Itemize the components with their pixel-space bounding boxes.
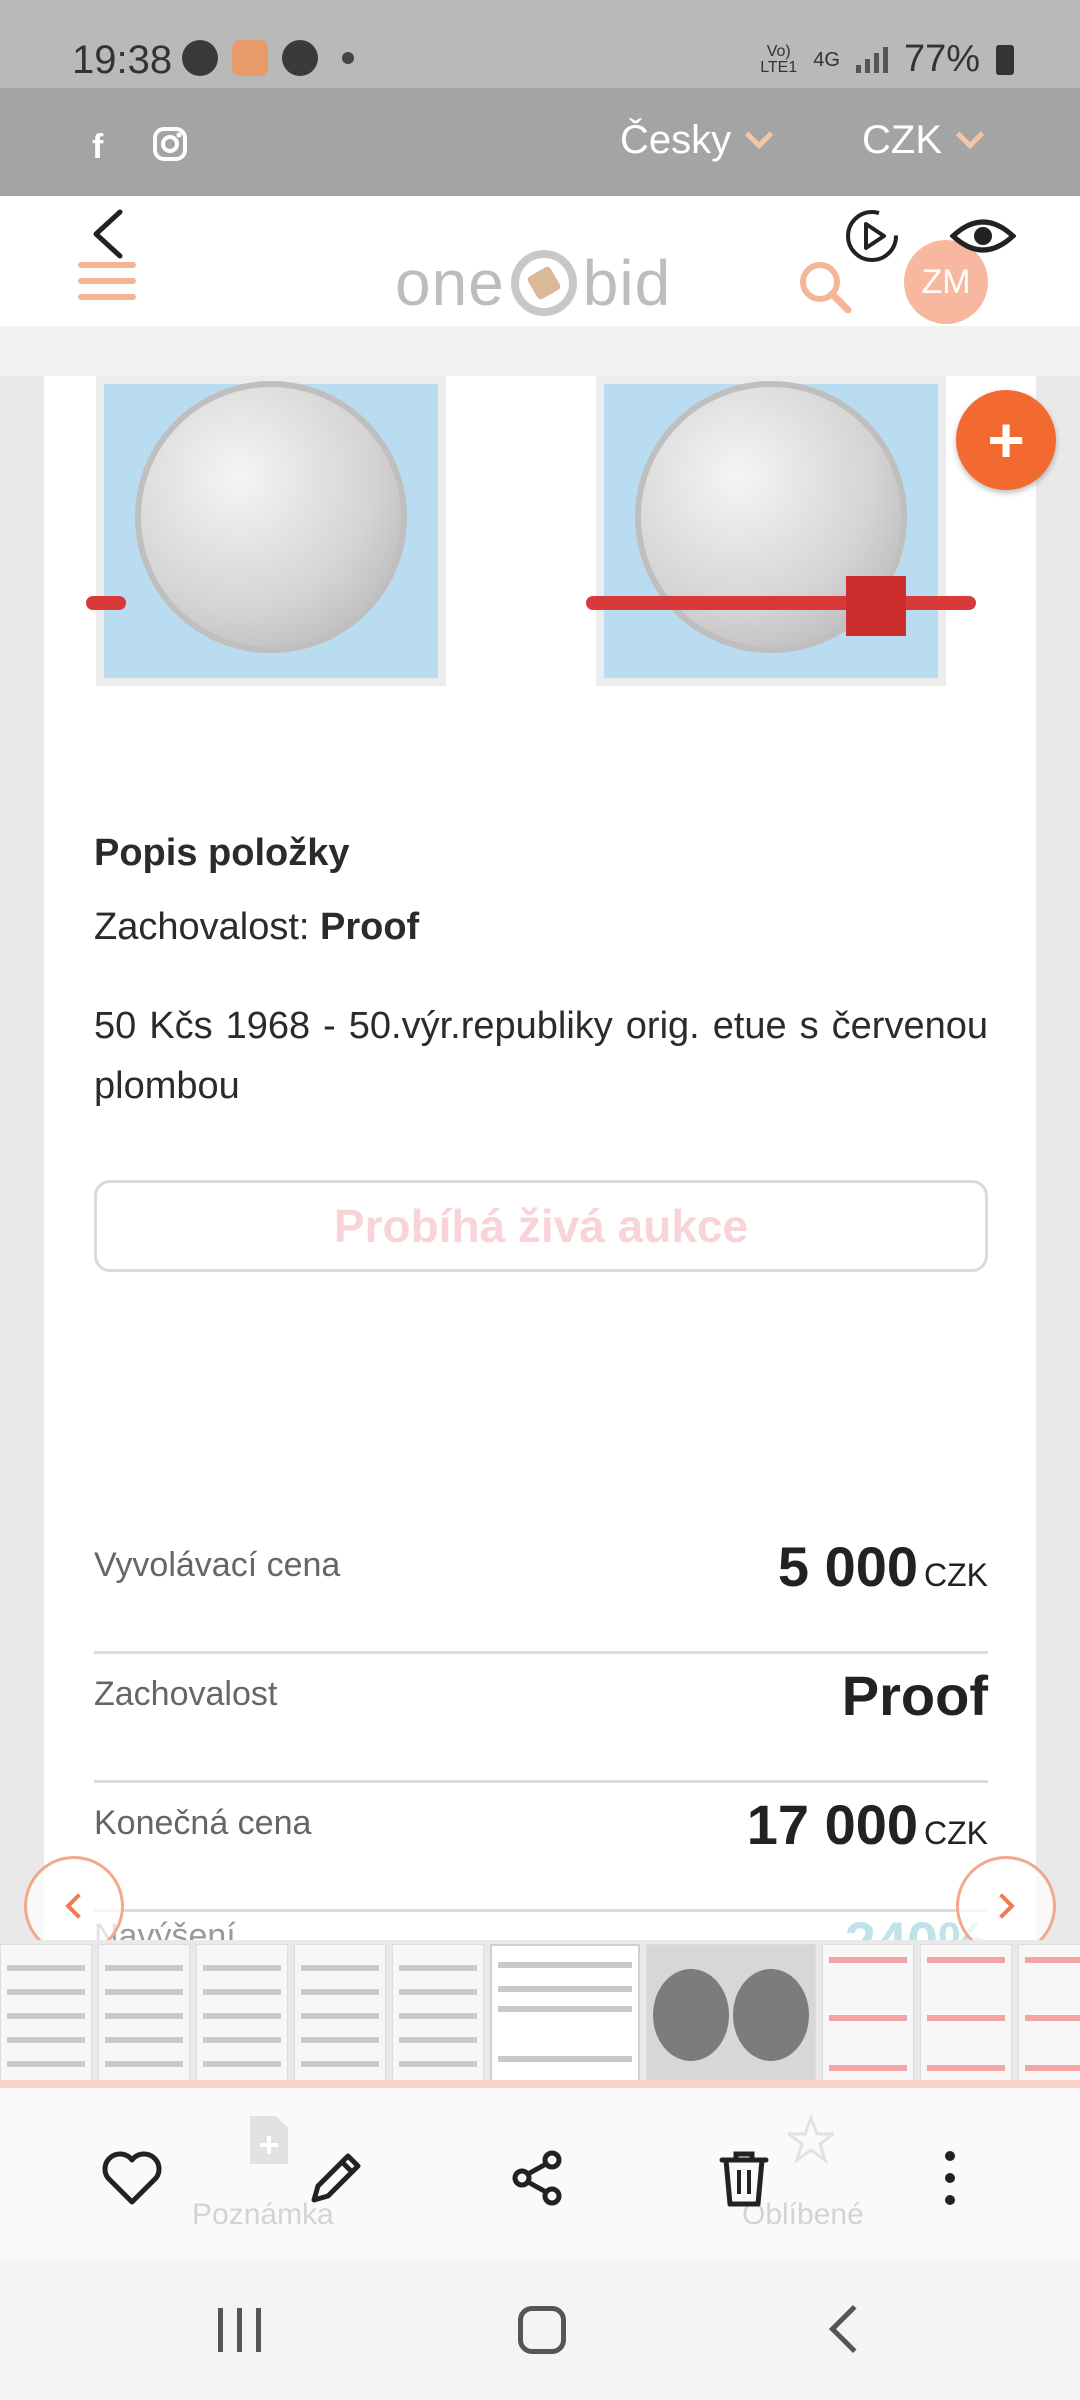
thumbnail[interactable] [98, 1944, 190, 2082]
bottom-toolbar: Poznámka Oblíbené [0, 2088, 1080, 2260]
currency-label: CZK [862, 118, 942, 162]
onebid-logo[interactable]: one bid [395, 246, 671, 320]
red-seal [846, 576, 906, 636]
item-image-obverse[interactable] [86, 376, 446, 686]
more-icon[interactable] [918, 2146, 982, 2210]
coin-case [96, 376, 446, 686]
system-navigation-bar [0, 2260, 1080, 2400]
item-description: 50 Kčs 1968 - 50.výr.republiky orig. etu… [94, 1005, 988, 1107]
detail-value: 5 000 CZK [777, 1535, 988, 1598]
lte-label: LTE1 [760, 58, 798, 76]
item-card: Popis položky Zachovalost: Proof 50 Kčs … [44, 376, 1036, 1953]
logo-text-right: bid [582, 247, 672, 319]
volte-label: Vo) [766, 42, 791, 60]
eye-icon[interactable] [950, 208, 1016, 264]
detail-label: Zachovalost [94, 1675, 278, 1713]
chevron-down-icon [955, 120, 985, 149]
gavel-icon [510, 250, 577, 316]
app-header: one bid ZM [0, 196, 1080, 376]
menu-icon[interactable] [78, 262, 136, 310]
heart-icon[interactable] [100, 2146, 164, 2210]
battery-icon [996, 44, 1014, 75]
thumbnail[interactable] [196, 1944, 288, 2082]
chevron-down-icon [744, 120, 774, 149]
condition-value: Proof [320, 906, 420, 948]
thumbnail-strip[interactable] [0, 1940, 1080, 2086]
back-arrow-icon[interactable] [84, 208, 136, 260]
thumbnail[interactable] [392, 1944, 484, 2082]
recent-apps-button[interactable] [218, 2308, 261, 2352]
language-label: Česky [620, 118, 732, 162]
item-image-reverse[interactable] [586, 376, 976, 686]
messenger-icon [282, 40, 318, 76]
health-icon [232, 40, 268, 76]
thumbnail[interactable] [294, 1944, 386, 2082]
system-back-button[interactable] [828, 2304, 878, 2354]
condition-line: Zachovalost: Proof [94, 906, 419, 949]
edit-icon[interactable] [304, 2146, 368, 2210]
battery-percent: 77% [903, 38, 980, 80]
coin-obverse [135, 381, 407, 653]
language-selector[interactable]: Česky [620, 118, 774, 163]
detail-row-final-price: Konečná cena 17 000 CZK [94, 1784, 988, 1912]
whatsapp-icon [182, 40, 218, 76]
notification-icons [182, 40, 354, 76]
share-icon[interactable] [506, 2146, 570, 2210]
detail-row-start-price: Vyvolávací cena 5 000 CZK [94, 1526, 988, 1654]
detail-value: Proof [841, 1664, 988, 1727]
add-button[interactable]: + [956, 390, 1056, 490]
trash-icon[interactable] [712, 2146, 776, 2210]
detail-row-condition: Zachovalost Proof [94, 1655, 988, 1783]
instagram-icon[interactable] [152, 126, 188, 162]
volte-indicator: Vo) LTE1 [760, 42, 798, 76]
chevron-left-icon [65, 1893, 91, 1919]
status-time: 19:38 [72, 38, 173, 82]
thumbnail[interactable] [920, 1944, 1012, 2082]
status-bar: 19:38 Vo) LTE1 4G 77% [0, 0, 1080, 88]
red-cord [586, 596, 976, 610]
video-play-icon[interactable] [842, 206, 902, 266]
detail-value: 17 000 CZK [746, 1793, 988, 1856]
signal-icon [855, 46, 888, 73]
live-auction-button[interactable]: Probíhá živá aukce [94, 1180, 988, 1272]
top-bar: f Česky CZK [0, 88, 1080, 196]
thumbnail-coins[interactable] [646, 1944, 816, 2082]
section-title: Popis položky [94, 832, 350, 874]
search-icon[interactable] [796, 258, 854, 316]
logo-text-left: one [395, 247, 505, 319]
thumbnail[interactable] [0, 1944, 92, 2082]
home-button[interactable] [518, 2306, 566, 2354]
condition-label: Zachovalost: [94, 906, 320, 948]
thumbnail[interactable] [822, 1944, 914, 2082]
currency-selector[interactable]: CZK [862, 118, 985, 163]
network-type: 4G [813, 48, 840, 71]
detail-label: Vyvolávací cena [94, 1546, 341, 1584]
thumbnail-current[interactable] [490, 1944, 640, 2082]
header-shadow [0, 326, 1080, 376]
status-right: Vo) LTE1 4G 77% [760, 38, 1014, 81]
detail-label: Konečná cena [94, 1804, 312, 1842]
note-icon [250, 2116, 288, 2164]
facebook-icon[interactable]: f [92, 128, 103, 167]
more-notifications-dot [342, 52, 354, 64]
divider [0, 2080, 1080, 2088]
star-icon [788, 2114, 834, 2164]
red-cord [86, 596, 126, 610]
chevron-right-icon [989, 1893, 1015, 1919]
coin-case [596, 376, 946, 686]
thumbnail[interactable] [1018, 1944, 1080, 2082]
